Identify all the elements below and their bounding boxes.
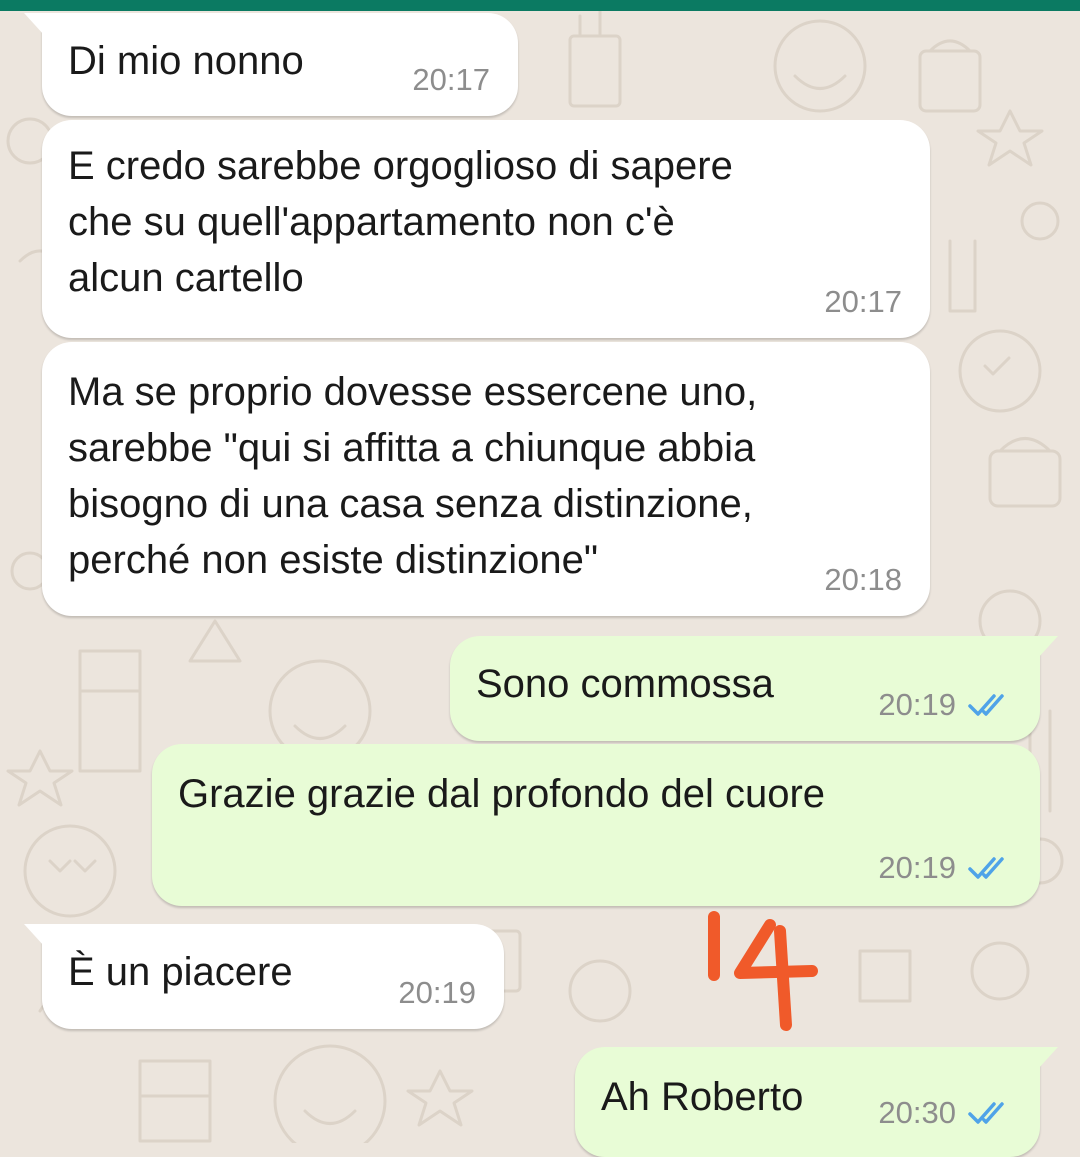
message-meta: 20:30 [878, 1095, 1012, 1131]
double-check-icon [968, 1102, 1004, 1124]
double-check-icon [968, 857, 1004, 879]
message-timestamp: 20:17 [824, 284, 902, 319]
message-text: Grazie grazie dal profondo del cuore [178, 772, 826, 816]
message-text: Ah Roberto [601, 1075, 804, 1119]
message-bubble-incoming[interactable]: Di mio nonno 20:17 [24, 13, 518, 116]
message-bubble-incoming[interactable]: E credo sarebbe orgoglioso di sapere che… [42, 120, 930, 338]
message-timestamp: 20:30 [878, 1095, 956, 1130]
message-text: Ma se proprio dovesse essercene uno, sar… [68, 370, 758, 582]
message-text: È un piacere [68, 950, 293, 994]
bubble-tail [24, 13, 44, 35]
message-timestamp: 20:19 [878, 687, 956, 722]
message-meta: 20:19 [878, 850, 1012, 886]
message-bubble-outgoing[interactable]: Sono commossa 20:19 [450, 636, 1058, 741]
message-text: Di mio nonno [68, 39, 304, 83]
message-timestamp: 20:17 [412, 62, 490, 97]
message-meta: 20:18 [824, 562, 902, 598]
app-header-strip [0, 0, 1080, 11]
message-text: E credo sarebbe orgoglioso di sapere che… [68, 144, 733, 300]
message-text: Sono commossa [476, 662, 774, 706]
message-meta: 20:19 [398, 975, 476, 1011]
message-bubble-outgoing[interactable]: Ah Roberto 20:30 [575, 1047, 1058, 1157]
message-meta: 20:17 [824, 284, 902, 320]
message-timestamp: 20:19 [878, 850, 956, 885]
message-bubble-incoming[interactable]: È un piacere 20:19 [24, 924, 504, 1029]
bubble-tail [1038, 1047, 1058, 1069]
message-timestamp: 20:19 [398, 975, 476, 1010]
handwritten-number-annotation: 14 [708, 911, 818, 1031]
message-timestamp: 20:18 [824, 562, 902, 597]
double-check-icon [968, 694, 1004, 716]
bubble-tail [1038, 636, 1058, 658]
message-bubble-incoming[interactable]: Ma se proprio dovesse essercene uno, sar… [42, 342, 930, 616]
message-bubble-outgoing[interactable]: Grazie grazie dal profondo del cuore 20:… [152, 744, 1040, 906]
message-meta: 20:19 [878, 687, 1012, 723]
message-meta: 20:17 [412, 62, 490, 98]
bubble-tail [24, 924, 44, 946]
